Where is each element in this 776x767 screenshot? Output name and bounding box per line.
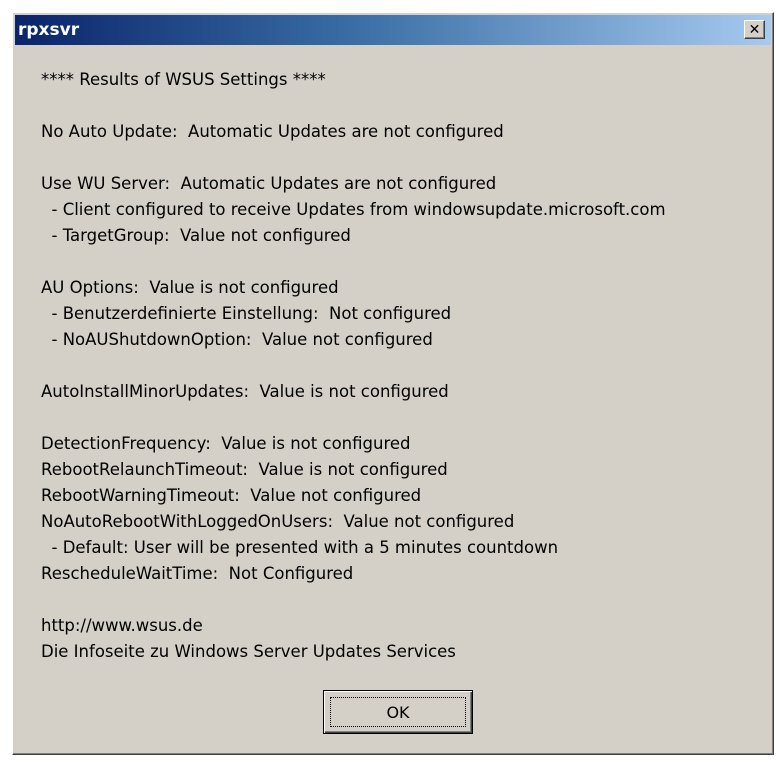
- message-line: RescheduleWaitTime: Not Configured: [41, 564, 354, 583]
- message-line: AU Options: Value is not configured: [41, 278, 339, 297]
- message-text: **** Results of WSUS Settings **** No Aut…: [41, 67, 769, 665]
- message-line: Die Infoseite zu Windows Server Updates …: [41, 642, 456, 661]
- focus-rectangle: [330, 697, 466, 727]
- close-button[interactable]: ✕: [744, 20, 765, 39]
- message-line: **** Results of WSUS Settings ****: [41, 70, 326, 89]
- ok-button[interactable]: OK: [323, 690, 473, 734]
- message-line: No Auto Update: Automatic Updates are no…: [41, 122, 504, 141]
- message-line: http://www.wsus.de: [41, 616, 203, 635]
- message-line: - Client configured to receive Updates f…: [41, 200, 666, 219]
- title-bar[interactable]: rpxsvr ✕: [15, 15, 771, 45]
- message-dialog: rpxsvr ✕ **** Results of WSUS Settings *…: [12, 12, 774, 755]
- message-line: DetectionFrequency: Value is not configu…: [41, 434, 411, 453]
- message-line: - TargetGroup: Value not configured: [41, 226, 351, 245]
- message-line: RebootWarningTimeout: Value not configur…: [41, 486, 422, 505]
- message-line: - NoAUShutdownOption: Value not configur…: [41, 330, 433, 349]
- message-line: Use WU Server: Automatic Updates are not…: [41, 174, 497, 193]
- message-line: - Default: User will be presented with a…: [41, 538, 559, 557]
- message-line: AutoInstallMinorUpdates: Value is not co…: [41, 382, 449, 401]
- close-icon: ✕: [748, 21, 761, 38]
- message-line: - Benutzerdefinierte Einstellung: Not co…: [41, 304, 452, 323]
- window-title: rpxsvr: [18, 20, 80, 40]
- message-line: RebootRelaunchTimeout: Value is not conf…: [41, 460, 448, 479]
- message-line: NoAutoRebootWithLoggedOnUsers: Value not…: [41, 512, 515, 531]
